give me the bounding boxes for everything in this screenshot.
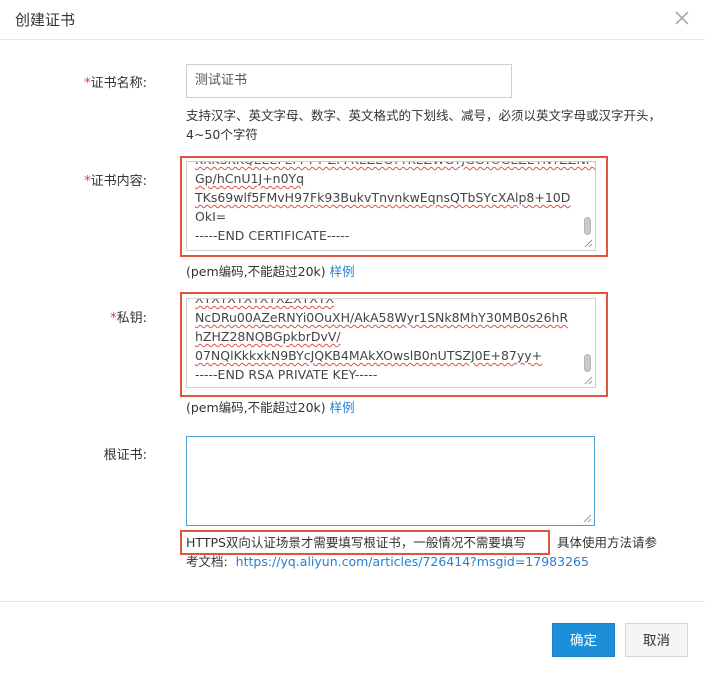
scrollbar-thumb[interactable] bbox=[584, 354, 591, 372]
cert-content-hint: (pem编码,不能超过20k) 样例 bbox=[186, 264, 355, 279]
cert-scrollbar[interactable] bbox=[584, 165, 592, 236]
private-key-hint: (pem编码,不能超过20k) 样例 bbox=[186, 400, 355, 415]
root-cert-hint-line2: 考文档: https://yq.aliyun.com/articles/7264… bbox=[186, 554, 589, 569]
private-key-textarea[interactable]: XYXYXYXYXYXZXYXYX NcDRu00AZeRNYi0OuXH/Ak… bbox=[186, 298, 596, 388]
root-cert-label: 根证书: bbox=[103, 448, 147, 463]
private-key-label: *私钥: bbox=[110, 311, 147, 326]
cert-name-input[interactable]: 测试证书 bbox=[186, 64, 512, 98]
cert-content-textarea[interactable]: KKKSKKQEEEFEFFY-Y ZFFKEZEGYYKEZWGTJGGYOG… bbox=[186, 161, 596, 251]
key-line: NcDRu00AZeRNYi0OuXH/AkA58Wyr1SNk8MhY30MB… bbox=[195, 310, 569, 325]
cert-line: -----END CERTIFICATE----- bbox=[195, 228, 350, 243]
cert-name-hint: 支持汉字、英文字母、数字、英文格式的下划线、减号，必须以英文字母或汉字开头，4~… bbox=[186, 108, 662, 142]
cert-line: OkI= bbox=[195, 209, 227, 224]
root-cert-textarea[interactable] bbox=[186, 436, 595, 526]
confirm-button[interactable]: 确定 bbox=[552, 623, 615, 657]
doc-link[interactable]: https://yq.aliyun.com/articles/726414?ms… bbox=[236, 554, 589, 569]
cert-name-label: *证书名称: bbox=[84, 76, 147, 91]
cert-line-partial: KKKSKKQEEEFEFFY-Y ZFFKEZEGYYKEZWGTJGGYOG… bbox=[195, 162, 595, 169]
resize-grip-icon[interactable] bbox=[583, 514, 592, 523]
resize-grip-icon[interactable] bbox=[584, 376, 593, 385]
close-icon[interactable] bbox=[672, 8, 692, 28]
header-divider bbox=[0, 39, 705, 40]
key-line: hZHZ28NQBGpkbrDvV/ bbox=[195, 329, 341, 344]
root-cert-hint-highlight: HTTPS双向认证场景才需要填写根证书，一般情况不需要填写 bbox=[186, 535, 526, 550]
cert-line: TKs69wlf5FMvH97Fk93BukvTnvnkwEqnsQTbSYcX… bbox=[195, 190, 571, 205]
key-line: 07NQlKkkxkN9BYcJQKB4MAkXOwslB0nUTSZJ0E+8… bbox=[195, 348, 543, 363]
key-line-partial: XYXYXYXYXYXZXYXYX bbox=[195, 298, 335, 306]
dialog-title: 创建证书 bbox=[15, 11, 76, 29]
cert-example-link[interactable]: 样例 bbox=[330, 264, 355, 279]
root-cert-hint-rest: 具体使用方法请参 bbox=[557, 535, 658, 550]
cancel-button[interactable]: 取消 bbox=[625, 623, 688, 657]
key-example-link[interactable]: 样例 bbox=[330, 400, 355, 415]
key-scrollbar[interactable] bbox=[584, 302, 592, 373]
footer-divider bbox=[0, 601, 705, 602]
cert-line: Gp/hCnU1J+n0Yq bbox=[195, 171, 305, 186]
cert-content-label: *证书内容: bbox=[84, 174, 147, 189]
scrollbar-thumb[interactable] bbox=[584, 217, 591, 235]
resize-grip-icon[interactable] bbox=[584, 239, 593, 248]
key-line: -----END RSA PRIVATE KEY----- bbox=[195, 367, 378, 382]
